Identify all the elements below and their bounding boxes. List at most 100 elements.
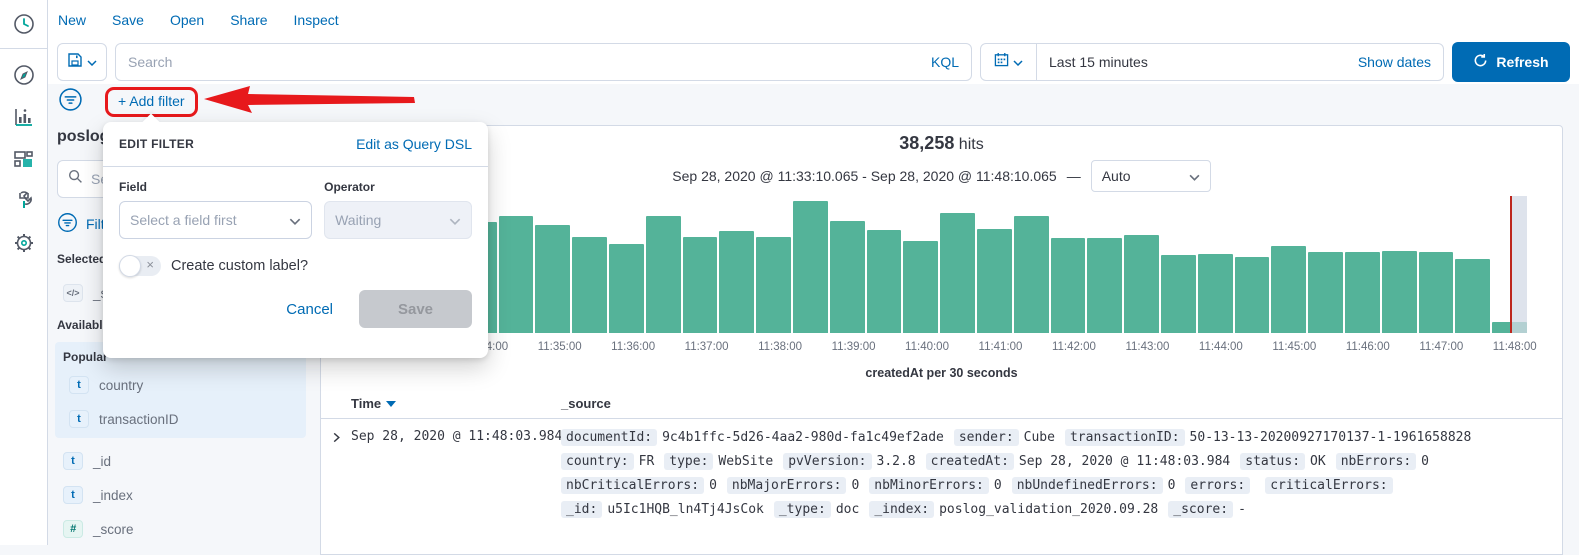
source-field-value: 0: [1168, 478, 1176, 493]
field-item-country[interactable]: tcountry: [63, 368, 306, 402]
recent-clock-icon[interactable]: [12, 12, 36, 36]
histogram-bar-11:42:30[interactable]: [1087, 238, 1122, 333]
x-tick-11:36:00: 11:36:00: [611, 341, 655, 353]
histogram-bar-11:36:00[interactable]: [609, 244, 644, 333]
histogram-bar-11:45:00[interactable]: [1271, 246, 1306, 333]
histogram-bar-11:43:30[interactable]: [1161, 255, 1196, 333]
doc-table-header: Time _source: [321, 389, 1562, 419]
histogram-bar-11:37:00[interactable]: [683, 237, 718, 333]
field-select[interactable]: Select a field first: [119, 201, 312, 239]
histogram-bar-11:42:00[interactable]: [1051, 238, 1086, 333]
field-item-transactionID[interactable]: ttransactionID: [63, 402, 306, 436]
histogram-bar-11:34:30[interactable]: [499, 216, 534, 333]
sort-desc-icon: [386, 401, 396, 407]
management-gear-icon[interactable]: [12, 231, 36, 255]
histogram-bar-11:35:30[interactable]: [572, 237, 607, 333]
source-field-nbUndefinedErrors: nbUndefinedErrors:0: [1012, 474, 1176, 498]
dashboard-icon[interactable]: [12, 147, 36, 171]
edit-as-query-dsl-link[interactable]: Edit as Query DSL: [356, 136, 472, 152]
histogram-bar-11:45:30[interactable]: [1308, 252, 1343, 333]
field-item-_id[interactable]: t_id: [57, 444, 320, 478]
expand-row-icon[interactable]: [331, 430, 342, 448]
refresh-button[interactable]: Refresh: [1452, 42, 1570, 82]
dev-tools-wrench-icon[interactable]: [12, 189, 36, 213]
visualize-chart-icon[interactable]: [12, 105, 36, 129]
calendar-menu-button[interactable]: [981, 44, 1037, 80]
kql-label[interactable]: KQL: [920, 54, 959, 70]
time-column-header[interactable]: Time: [351, 396, 396, 411]
filter-menu-icon[interactable]: [58, 87, 83, 117]
source-field-name: nbMinorErrors:: [869, 477, 989, 494]
search-icon: [68, 169, 83, 189]
histogram-bar-11:43:00[interactable]: [1124, 235, 1159, 333]
saved-query-menu-button[interactable]: [57, 43, 107, 81]
histogram-bar-11:47:30[interactable]: [1455, 259, 1490, 333]
nav-link-save[interactable]: Save: [112, 12, 144, 28]
histogram-bar-11:39:30[interactable]: [867, 230, 902, 333]
source-field-name: sender:: [954, 429, 1019, 446]
time-range-value[interactable]: Last 15 minutes: [1037, 54, 1358, 70]
save-button-disabled[interactable]: Save: [359, 290, 472, 328]
interval-select[interactable]: Auto: [1091, 160, 1211, 192]
source-field-nbMajorErrors: nbMajorErrors:0: [727, 474, 859, 498]
source-field-name: nbErrors:: [1336, 453, 1416, 470]
histogram-chart[interactable]: [425, 196, 1527, 333]
field-type-icon: t: [69, 376, 89, 394]
x-axis-title: createdAt per 30 seconds: [321, 366, 1562, 380]
range-dash: —: [1067, 168, 1081, 184]
histogram-bar-11:39:00[interactable]: [830, 221, 865, 333]
date-picker: Last 15 minutes Show dates: [980, 43, 1444, 81]
histogram-bar-11:38:30[interactable]: [793, 201, 828, 333]
field-label: Field: [119, 180, 312, 194]
x-tick-11:43:00: 11:43:00: [1125, 341, 1169, 353]
incomplete-bucket-shade: [1510, 196, 1527, 333]
histogram-bar-11:38:00[interactable]: [756, 237, 791, 333]
discover-compass-icon[interactable]: [12, 63, 36, 87]
source-field-transactionID: transactionID:50-13-13-20200927170137-1-…: [1065, 426, 1471, 450]
chevron-down-icon: [289, 212, 301, 228]
histogram-bar-11:46:00[interactable]: [1345, 252, 1380, 333]
nav-link-inspect[interactable]: Inspect: [294, 12, 339, 28]
doc-table-row: Sep 28, 2020 @ 11:48:03.984 documentId:9…: [321, 420, 1562, 554]
histogram-bar-11:40:30[interactable]: [940, 213, 975, 333]
query-bar: Search KQL Last 15 minutes Show dates Re…: [48, 40, 1579, 84]
annotation-arrow: [204, 86, 416, 119]
source-field-_id: _id:u5Ic1HQB_ln4Tj4JsCok: [561, 498, 764, 522]
cancel-button[interactable]: Cancel: [286, 301, 333, 318]
x-tick-11:45:00: 11:45:00: [1272, 341, 1316, 353]
field-item-_score[interactable]: #_score: [57, 512, 320, 545]
histogram-bar-11:35:00[interactable]: [535, 225, 570, 333]
nav-link-share[interactable]: Share: [230, 12, 267, 28]
x-axis-labels: 11:34:0011:35:0011:36:0011:37:0011:38:00…: [425, 341, 1527, 357]
source-field-status: status:OK: [1240, 450, 1325, 474]
add-filter-button[interactable]: + Add filter: [118, 93, 185, 109]
histogram-bar-11:41:00[interactable]: [977, 229, 1012, 333]
histogram-bar-11:44:00[interactable]: [1198, 254, 1233, 333]
source-field-value: 0: [851, 478, 859, 493]
source-field-nbErrors: nbErrors:0: [1336, 450, 1429, 474]
histogram-bar-11:46:30[interactable]: [1382, 251, 1417, 333]
x-tick-11:47:00: 11:47:00: [1419, 341, 1463, 353]
show-dates-link[interactable]: Show dates: [1358, 54, 1443, 70]
nav-link-open[interactable]: Open: [170, 12, 204, 28]
toggle-off-x-icon: ×: [146, 257, 154, 272]
histogram-bar-11:36:30[interactable]: [646, 216, 681, 333]
custom-label-toggle[interactable]: ×: [119, 256, 161, 276]
source-field-value: 0: [709, 478, 717, 493]
histogram-bar-11:41:30[interactable]: [1014, 216, 1049, 333]
x-tick-11:48:00: 11:48:00: [1493, 341, 1537, 353]
histogram-bar-11:44:30[interactable]: [1235, 257, 1270, 333]
field-item-_index[interactable]: t_index: [57, 478, 320, 512]
doc-source-cell: documentId:9c4b1ffc-5d26-4aa2-980d-fa1c4…: [561, 426, 1548, 522]
field-name: _id: [93, 454, 111, 469]
histogram-bar-11:40:00[interactable]: [903, 241, 938, 333]
field-type-icon: #: [63, 520, 83, 538]
nav-link-new[interactable]: New: [58, 12, 86, 28]
source-field-name: _score:: [1168, 501, 1233, 518]
histogram-bar-11:47:00[interactable]: [1419, 252, 1454, 333]
histogram-bar-11:37:30[interactable]: [719, 231, 754, 333]
field-type-icon: </>: [63, 284, 83, 302]
refresh-icon: [1473, 53, 1488, 71]
popup-title: EDIT FILTER: [119, 137, 194, 151]
search-input[interactable]: Search KQL: [115, 43, 972, 81]
